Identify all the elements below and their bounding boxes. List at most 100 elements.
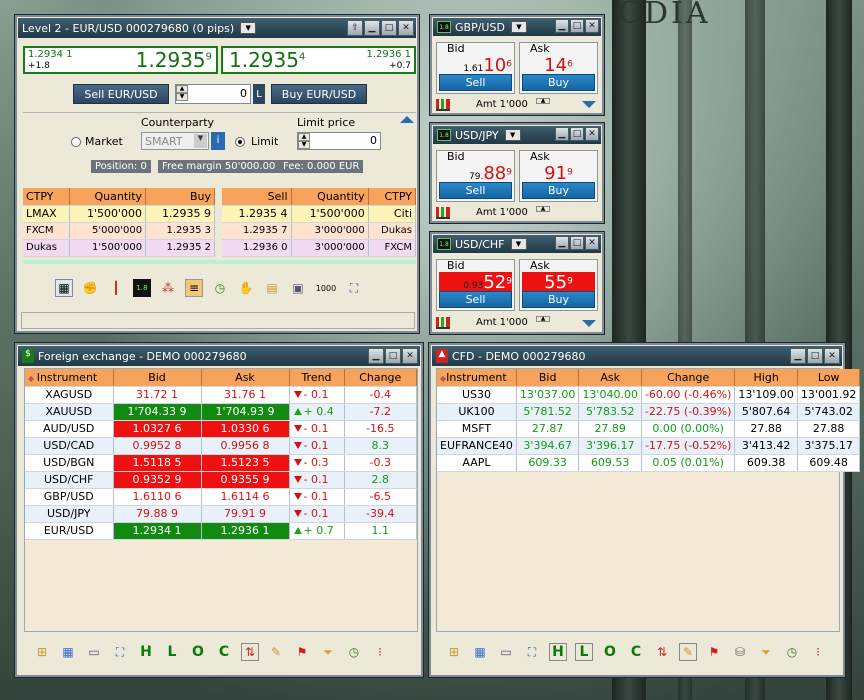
table-row[interactable]: MSFT 27.87 27.89 0.00 (0.00%) 27.88 27.88 [437,420,861,438]
maximize-icon[interactable]: □ [570,236,584,250]
table-row[interactable]: EUFRANCE40 3'394.67 3'396.17 -17.75 (-0.52%… [437,437,861,455]
cfd-cell-ask[interactable]: 5'783.52 [578,403,642,421]
tile-titlebar[interactable]: 1.8 GBP/USD ▼ ▁ □ ✕ [433,18,601,36]
ask-header-quantity[interactable]: Quantity [291,188,369,206]
fx-cell-ask[interactable]: 79.91 9 [201,505,290,523]
ask-price-box[interactable]: 1.29354 1.2936 1 +0.7 [221,46,416,74]
maximize-icon[interactable]: □ [570,19,584,33]
fx-cell-ask[interactable]: 1'704.93 9 [201,403,290,421]
close-column-toggle[interactable]: C [215,643,233,661]
table-row[interactable]: 1.2935 7 3'000'000 Dukas [222,222,417,240]
hands-icon[interactable]: ✊ [81,279,99,297]
fx-cell-ask[interactable]: 1.6114 6 [201,488,290,506]
candlestick-icon[interactable]: ┃ [107,279,125,297]
lot-unit-button[interactable]: L [253,84,265,104]
table-row[interactable]: AUD/USD 1.0327 6 1.0330 6- 0.1 -16.5 [25,420,417,438]
funnel-icon[interactable]: ⏷ [757,643,775,661]
cfd-cell-bid[interactable]: 5'781.52 [516,403,580,421]
ask-header-ctpy[interactable]: CTPY [368,188,417,206]
fx-cell-bid[interactable]: 31.72 1 [113,386,202,404]
maximize-icon[interactable]: □ [807,348,823,364]
quantity-spin-buttons[interactable]: ▲ ▼ [176,85,188,103]
flags-icon[interactable]: ⚑ [293,643,311,661]
up-down-arrows-icon[interactable]: ⇅ [241,643,259,661]
add-instrument-icon[interactable]: ⊞ [33,643,51,661]
cfd-cell-bid[interactable]: 609.33 [516,454,580,472]
amount-stepper[interactable]: ▲ [536,206,550,218]
market-radio[interactable] [71,137,81,147]
fx-cell-ask[interactable]: 0.9355 9 [201,471,290,489]
high-column-toggle[interactable]: H [137,643,155,661]
clock-icon[interactable]: ◷ [211,279,229,297]
tile-titlebar[interactable]: 1.8 USD/JPY ▼ ▁ □ ✕ [433,126,601,144]
fx-header-ask[interactable]: Ask [201,369,290,387]
table-row[interactable]: LMAX 1'500'000 1.2935 9 [23,205,215,223]
close-icon[interactable]: ✕ [585,236,599,250]
sell-button[interactable]: Sell [439,291,512,308]
table-row[interactable]: USD/CHF 0.9352 9 0.9355 9- 0.1 2.8 [25,471,417,489]
table-row[interactable]: UK100 5'781.52 5'783.52 -22.75 (-0.39%) 5'80… [437,403,861,421]
fx-cell-ask[interactable]: 1.0330 6 [201,420,290,438]
minimize-icon[interactable]: ▁ [364,20,380,36]
chart-bars-icon[interactable] [436,317,450,329]
maximize-icon[interactable]: □ [570,127,584,141]
buy-button[interactable]: Buy [522,182,595,199]
table-row[interactable]: AAPL 609.33 609.53 0.05 (0.01%) 609.38 609.48 [437,454,861,472]
level2-titlebar[interactable]: Level 2 - EUR/USD 000279680 (0 pips) ▼ ⇧… [18,18,416,38]
fx-cell-ask[interactable]: 1.5123 5 [201,454,290,472]
amount-stepper[interactable]: ▲ [536,316,550,328]
cfd-cell-ask[interactable]: 3'396.17 [578,437,642,455]
clock-icon[interactable]: ◷ [345,643,363,661]
maximize-icon[interactable]: □ [385,348,401,364]
sell-eurusd-button[interactable]: Sell EUR/USD [73,84,169,104]
close-icon[interactable]: ✕ [824,348,840,364]
fx-cell-bid[interactable]: 1.5118 5 [113,454,202,472]
traffic-light-icon[interactable]: ⁝ [809,643,827,661]
close-icon[interactable]: ✕ [402,348,418,364]
minimize-icon[interactable]: ▁ [555,19,569,33]
table-row[interactable]: USD/CAD 0.9952 8 0.9956 8- 0.1 8.3 [25,437,417,455]
grid-icon[interactable]: ▦ [471,643,489,661]
collapse-icon[interactable] [582,320,596,327]
funnel-icon[interactable]: ⏷ [319,643,337,661]
card-icon[interactable]: ▤ [263,279,281,297]
fx-cell-bid[interactable]: 79.88 9 [113,505,202,523]
hand-icon[interactable]: ✋ [237,279,255,297]
low-column-toggle[interactable]: L [575,643,593,661]
counterparty-select[interactable]: SMART ▼ [141,132,209,150]
calendar-icon[interactable]: ▦ [55,279,73,297]
fit-icon[interactable]: ⛶ [111,643,129,661]
hierarchy-icon[interactable]: ⁂ [159,279,177,297]
cfd-header-ask[interactable]: Ask [578,369,642,387]
fx-cell-bid[interactable]: 0.9352 9 [113,471,202,489]
limit-radio[interactable] [235,137,245,147]
chevron-down-icon[interactable]: ▼ [504,129,521,141]
fx-cell-ask[interactable]: 1.2936 1 [201,522,290,540]
ask-box[interactable]: Ask 146 Buy [519,42,598,94]
table-row[interactable]: 1.2936 0 3'000'000 FXCM [222,239,417,257]
traffic-light-icon[interactable]: ⁝ [371,643,389,661]
fx-header-instrument[interactable]: ◆ Instrument [25,369,114,387]
table-row[interactable]: FXCM 5'000'000 1.2935 3 [23,222,215,240]
info-icon[interactable]: i [211,132,225,150]
fx-titlebar[interactable]: $ Foreign exchange - DEMO 000279680 ▁ □ … [18,346,420,366]
cfd-cell-bid[interactable]: 3'394.67 [516,437,580,455]
bid-price-box[interactable]: 1.2934 1 +1.8 1.29359 [23,46,218,74]
fx-cell-bid[interactable]: 1'704.33 9 [113,403,202,421]
pencil-icon[interactable]: ✎ [267,643,285,661]
bid-box[interactable]: Bid 79.889 Sell [436,150,515,202]
flags-icon[interactable]: ⚑ [705,643,723,661]
chevron-down-icon[interactable]: ▼ [240,22,257,34]
collapse-icon[interactable] [400,116,414,123]
buy-button[interactable]: Buy [522,291,595,308]
fx-cell-bid[interactable]: 1.2934 1 [113,522,202,540]
cfd-header-low[interactable]: Low [797,369,861,387]
ask-box[interactable]: Ask 919 Buy [519,150,598,202]
bid-box[interactable]: Bid 1.61106 Sell [436,42,515,94]
fx-cell-ask[interactable]: 0.9956 8 [201,437,290,455]
cfd-cell-bid[interactable]: 13'037.00 [516,386,580,404]
fx-header-trend[interactable]: Trend [289,369,345,387]
ticker-icon[interactable]: 1.8 [133,279,151,297]
window-icon[interactable]: ▭ [85,643,103,661]
cfd-cell-bid[interactable]: 27.87 [516,420,580,438]
